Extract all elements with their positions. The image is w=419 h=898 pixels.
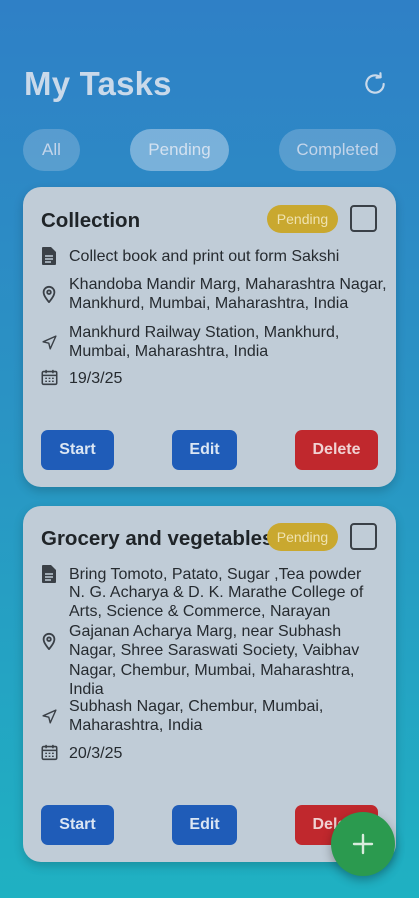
- task-location: Khandoba Mandir Marg, Maharashtra Nagar,…: [69, 275, 387, 313]
- task-card: Collection Pending Collect book and prin…: [23, 187, 396, 487]
- navigation-arrow-icon: [41, 708, 69, 725]
- task-complete-checkbox[interactable]: [350, 205, 377, 232]
- task-date: 19/3/25: [69, 370, 123, 387]
- location-pin-icon: [41, 285, 69, 303]
- edit-button[interactable]: Edit: [172, 805, 237, 845]
- filter-tabs: All Pending Completed: [23, 129, 396, 171]
- task-destination: Mankhurd Railway Station, Mankhurd, Mumb…: [69, 323, 340, 361]
- start-button[interactable]: Start: [41, 805, 114, 845]
- refresh-button[interactable]: [355, 64, 395, 104]
- task-description: Collect book and print out form Sakshi: [69, 248, 340, 265]
- task-title: Collection: [41, 209, 141, 232]
- task-description-row: Collect book and print out form Sakshi: [41, 247, 390, 267]
- plus-icon: [352, 833, 374, 855]
- filter-completed[interactable]: Completed: [279, 129, 396, 171]
- task-location: N. G. Acharya & D. K. Marathe College of…: [69, 583, 364, 699]
- task-destination-row: Subhash Nagar, Chembur, Mumbai, Maharash…: [41, 696, 390, 736]
- task-date: 20/3/25: [69, 745, 123, 762]
- task-date-row: 19/3/25: [41, 369, 390, 389]
- status-badge: Pending: [267, 205, 338, 233]
- task-destination: Subhash Nagar, Chembur, Mumbai, Maharash…: [69, 697, 324, 735]
- task-date-row: 20/3/25: [41, 744, 390, 764]
- page-title: My Tasks: [24, 65, 172, 102]
- delete-button[interactable]: Delete: [295, 430, 378, 470]
- calendar-icon: [41, 369, 69, 389]
- task-card: Grocery and vegetables Pending Bring Tom…: [23, 506, 396, 862]
- task-destination-row: Mankhurd Railway Station, Mankhurd, Mumb…: [41, 322, 390, 362]
- task-location-row: Khandoba Mandir Marg, Maharashtra Nagar,…: [41, 274, 390, 314]
- navigation-arrow-icon: [41, 334, 69, 351]
- document-icon: [41, 565, 69, 585]
- app-header: My Tasks: [24, 62, 395, 106]
- edit-button[interactable]: Edit: [172, 430, 237, 470]
- task-title: Grocery and vegetables: [41, 527, 274, 550]
- start-button[interactable]: Start: [41, 430, 114, 470]
- status-badge: Pending: [267, 523, 338, 551]
- add-task-button[interactable]: [331, 812, 395, 876]
- filter-pending[interactable]: Pending: [130, 129, 229, 171]
- document-icon: [41, 247, 69, 267]
- task-location-row: N. G. Acharya & D. K. Marathe College of…: [41, 584, 390, 698]
- task-complete-checkbox[interactable]: [350, 523, 377, 550]
- location-pin-icon: [41, 632, 69, 650]
- calendar-icon: [41, 744, 69, 764]
- filter-all[interactable]: All: [23, 129, 80, 171]
- refresh-icon: [365, 72, 385, 94]
